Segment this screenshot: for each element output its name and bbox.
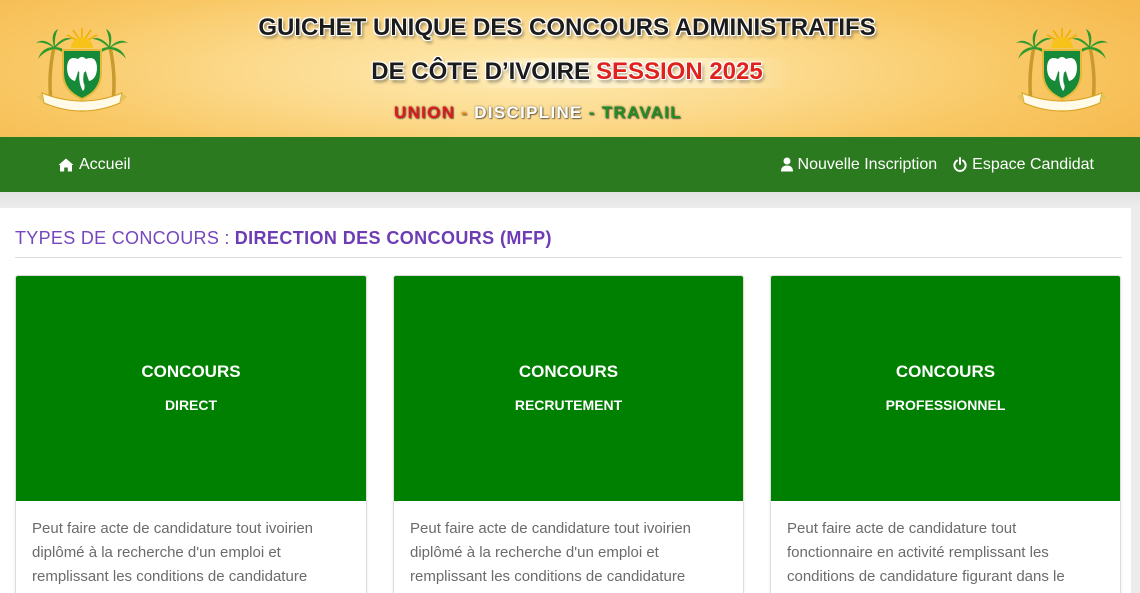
main-nav: Accueil Nouvelle Inscription Espace Cand… bbox=[0, 137, 1140, 192]
card-concours-professionnel[interactable]: CONCOURS PROFESSIONNEL Peut faire acte d… bbox=[770, 275, 1121, 593]
card-title: CONCOURS bbox=[518, 362, 619, 381]
national-motto: UNION - DISCIPLINE - TRAVAIL bbox=[394, 102, 682, 124]
description-line: Peut faire acte de candidature tout bbox=[787, 520, 1017, 537]
description-line: fonctionnaire en activité remplissant le… bbox=[787, 544, 1049, 561]
description-line: Peut faire acte de candidature tout ivoi… bbox=[410, 520, 692, 537]
site-title-line1: GUICHET UNIQUE DES CONCOURS ADMINISTRATI… bbox=[0, 13, 1134, 43]
description-line: Peut faire acte de candidature tout ivoi… bbox=[32, 520, 314, 537]
site-header: GUICHET UNIQUE DES CONCOURS ADMINISTRATI… bbox=[0, 0, 1140, 137]
nav-shadow-band bbox=[0, 192, 1140, 208]
motto-word-discipline: DISCIPLINE bbox=[474, 103, 583, 122]
card-subtitle: RECRUTEMENT bbox=[514, 397, 623, 413]
section-title: TYPES DE CONCOURS : DIRECTION DES CONCOUR… bbox=[15, 228, 552, 248]
description-line: diplômé à la recherche d'un emploi et bbox=[32, 544, 281, 561]
motto-separator: - bbox=[455, 103, 475, 122]
nav-new-registration-label: Nouvelle Inscription bbox=[797, 155, 938, 173]
site-title-country: DE CÔTE D’IVOIRE bbox=[371, 58, 590, 85]
card-description: Peut faire acte de candidature tout ivoi… bbox=[394, 501, 743, 589]
card-concours-direct[interactable]: CONCOURS DIRECT Peut faire acte de candi… bbox=[15, 275, 367, 593]
nav-candidate-space-link[interactable]: Espace Candidat bbox=[953, 137, 1094, 192]
card-header[interactable]: CONCOURS PROFESSIONNEL bbox=[771, 276, 1120, 501]
card-subtitle: DIRECT bbox=[164, 397, 218, 413]
site-title-line2: DE CÔTE D’IVOIRE SESSION 2025 bbox=[0, 57, 1134, 87]
card-description: Peut faire acte de candidature tout fonc… bbox=[771, 501, 1120, 589]
motto-word-union: UNION bbox=[394, 103, 456, 122]
nav-new-registration-link[interactable]: Nouvelle Inscription bbox=[780, 137, 938, 192]
page: GUICHET UNIQUE DES CONCOURS ADMINISTRATI… bbox=[0, 0, 1140, 593]
content-panel: TYPES DE CONCOURS : DIRECTION DES CONCOUR… bbox=[0, 208, 1131, 593]
session-label: SESSION 2025 bbox=[595, 58, 763, 85]
description-line: remplissant les conditions de candidatur… bbox=[32, 568, 308, 585]
nav-right-group: Nouvelle Inscription Espace Candidat bbox=[780, 137, 1094, 192]
card-description: Peut faire acte de candidature tout ivoi… bbox=[16, 501, 366, 589]
user-icon bbox=[780, 157, 793, 172]
card-title: CONCOURS bbox=[141, 362, 241, 381]
description-line: remplissant les conditions de candidatur… bbox=[410, 568, 686, 585]
motto-separator: - bbox=[582, 103, 602, 122]
section-divider bbox=[15, 257, 1122, 258]
card-title: CONCOURS bbox=[895, 362, 996, 381]
card-header[interactable]: CONCOURS RECRUTEMENT bbox=[394, 276, 743, 501]
site-title: GUICHET UNIQUE DES CONCOURS ADMINISTRATI… bbox=[258, 14, 876, 41]
nav-home-label: Accueil bbox=[79, 155, 131, 173]
description-line: conditions de candidature figurant dans … bbox=[787, 568, 1065, 585]
nav-home-link[interactable]: Accueil bbox=[58, 137, 131, 192]
card-concours-recrutement[interactable]: CONCOURS RECRUTEMENT Peut faire acte de … bbox=[393, 275, 744, 593]
section-title-prefix: TYPES DE CONCOURS : bbox=[15, 228, 230, 248]
card-header[interactable]: CONCOURS DIRECT bbox=[16, 276, 366, 501]
description-line: diplômé à la recherche d'un emploi et bbox=[410, 544, 659, 561]
motto-word-travail: TRAVAIL bbox=[601, 103, 682, 122]
home-icon bbox=[58, 158, 74, 171]
power-icon bbox=[953, 157, 967, 172]
card-subtitle: PROFESSIONNEL bbox=[885, 397, 1006, 413]
nav-candidate-space-label: Espace Candidat bbox=[972, 155, 1094, 173]
section-title-main: DIRECTION DES CONCOURS (MFP) bbox=[234, 228, 552, 248]
